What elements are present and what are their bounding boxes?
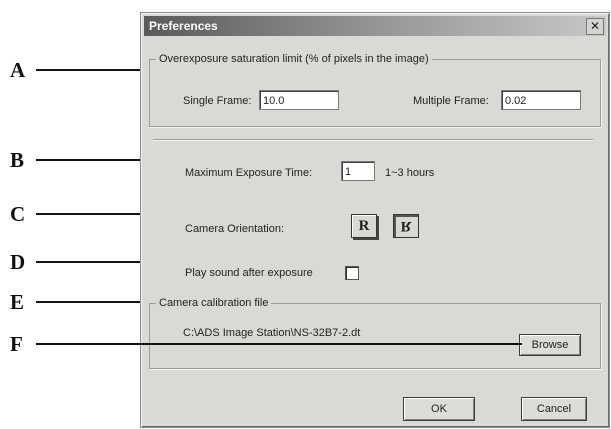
- camera-orientation-label: Camera Orientation:: [185, 223, 285, 235]
- callout-letter: C: [10, 202, 26, 226]
- cancel-button[interactable]: Cancel: [521, 397, 587, 421]
- dialog-title: Preferences: [149, 19, 218, 33]
- single-frame-input[interactable]: 10.0: [259, 90, 339, 110]
- calibration-legend: Camera calibration file: [159, 297, 269, 309]
- max-exposure-label: Maximum Exposure Time:: [185, 167, 313, 179]
- calibration-path: C:\ADS Image Station\NS-32B7-2.dt: [183, 327, 361, 339]
- orientation-normal-glyph: R: [358, 218, 370, 234]
- orientation-normal-button[interactable]: R: [351, 214, 377, 238]
- close-button[interactable]: ✕: [586, 18, 604, 35]
- ok-button[interactable]: OK: [403, 397, 475, 421]
- play-sound-label: Play sound after exposure: [185, 267, 313, 279]
- callout-letter: E: [10, 290, 25, 314]
- multiple-frame-input[interactable]: 0.02: [501, 90, 581, 110]
- callout-leader-line: [36, 343, 522, 345]
- preferences-dialog: Preferences ✕ Overexposure saturation li…: [140, 12, 610, 428]
- callout-letter: F: [10, 332, 23, 356]
- group-divider: [153, 139, 593, 141]
- callout-letter: B: [10, 148, 25, 172]
- multiple-frame-label: Multiple Frame:: [413, 95, 489, 107]
- overexposure-legend: Overexposure saturation limit (% of pixe…: [159, 53, 429, 65]
- browse-button[interactable]: Browse: [519, 334, 581, 356]
- play-sound-checkbox[interactable]: [345, 266, 359, 280]
- callout-letter: D: [10, 250, 26, 274]
- orientation-flipped-button[interactable]: R: [393, 214, 419, 238]
- max-exposure-input[interactable]: 1: [341, 161, 375, 181]
- title-bar[interactable]: Preferences ✕: [144, 16, 606, 36]
- exposure-units-label: 1~3 hours: [385, 167, 435, 179]
- callout-letter: A: [10, 58, 26, 82]
- single-frame-label: Single Frame:: [183, 95, 252, 107]
- orientation-flipped-glyph: R: [400, 218, 412, 234]
